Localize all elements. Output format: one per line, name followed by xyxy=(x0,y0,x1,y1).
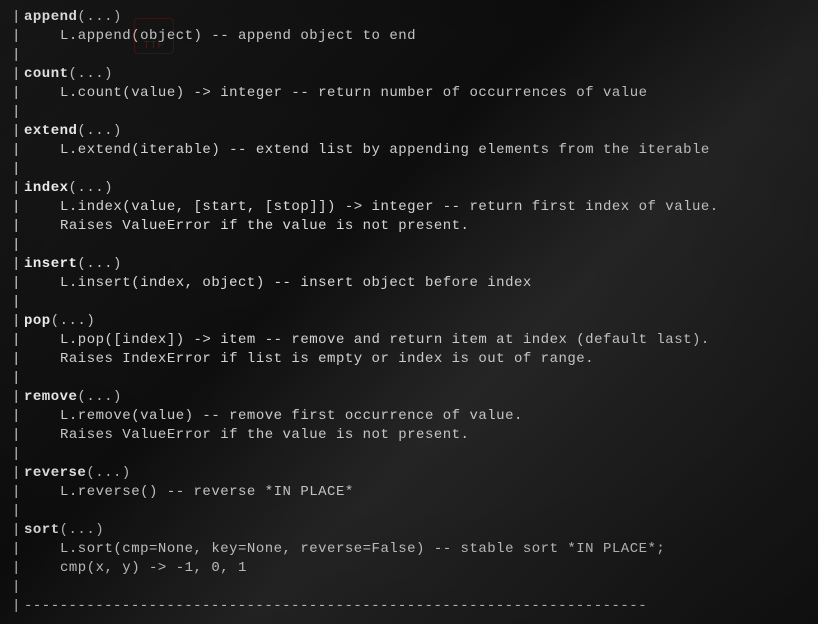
method-body-line: L.extend(iterable) -- extend list by app… xyxy=(24,141,818,160)
border-pipe-char: | xyxy=(12,46,13,65)
method-header: count(...) xyxy=(24,65,818,84)
border-pipe-char: | xyxy=(12,236,13,255)
method-block-pop: pop(...) L.pop([index]) -> item -- remov… xyxy=(4,312,818,369)
method-args: (...) xyxy=(51,313,96,329)
method-block-reverse: reverse(...) L.reverse() -- reverse *IN … xyxy=(4,464,818,502)
method-block-extend: extend(...) L.extend(iterable) -- extend… xyxy=(4,122,818,160)
border-pipe-char: | xyxy=(12,388,13,407)
method-block-count: count(...) L.count(value) -> integer -- … xyxy=(4,65,818,103)
method-name: index xyxy=(24,180,69,196)
border-pipe-char: | xyxy=(12,464,13,483)
border-pipe-char: | xyxy=(12,407,13,426)
border-pipe-char: | xyxy=(12,426,13,445)
method-body-line: Raises ValueError if the value is not pr… xyxy=(24,217,818,236)
border-pipe-char: | xyxy=(12,312,13,331)
method-block-remove: remove(...) L.remove(value) -- remove fi… xyxy=(4,388,818,445)
method-name: sort xyxy=(24,522,60,538)
method-body-line: L.index(value, [start, [stop]]) -> integ… xyxy=(24,198,818,217)
border-pipe-char: | xyxy=(12,274,13,293)
method-name: pop xyxy=(24,313,51,329)
method-header: remove(...) xyxy=(24,388,818,407)
border-pipe-char: | xyxy=(12,103,13,122)
method-name: extend xyxy=(24,123,77,139)
method-args: (...) xyxy=(77,389,122,405)
method-body-line: L.count(value) -> integer -- return numb… xyxy=(24,84,818,103)
method-header: reverse(...) xyxy=(24,464,818,483)
method-body-line: L.append(object) -- append object to end xyxy=(24,27,818,46)
method-args: (...) xyxy=(86,465,131,481)
method-header: index(...) xyxy=(24,179,818,198)
method-name: append xyxy=(24,9,77,25)
method-args: (...) xyxy=(60,522,105,538)
method-header: insert(...) xyxy=(24,255,818,274)
method-body-line: L.sort(cmp=None, key=None, reverse=False… xyxy=(24,540,818,559)
method-header: sort(...) xyxy=(24,521,818,540)
border-pipe-char: | xyxy=(12,8,13,27)
border-pipe-char: | xyxy=(12,27,13,46)
method-body-line: cmp(x, y) -> -1, 0, 1 xyxy=(24,559,818,578)
method-args: (...) xyxy=(77,9,122,25)
help-doc-container: TTF append(...) L.append(object) -- appe… xyxy=(4,8,818,616)
method-body-line: Raises IndexError if list is empty or in… xyxy=(24,350,818,369)
method-args: (...) xyxy=(77,123,122,139)
border-pipe-char: | xyxy=(12,350,13,369)
border-pipe-char: | xyxy=(12,331,13,350)
method-header: append(...) xyxy=(24,8,818,27)
method-args: (...) xyxy=(69,180,114,196)
border-pipe-char: | xyxy=(12,217,13,236)
border-pipe-char: | xyxy=(12,369,13,388)
method-block-sort: sort(...) L.sort(cmp=None, key=None, rev… xyxy=(4,521,818,578)
border-pipe-char: | xyxy=(12,559,13,578)
method-args: (...) xyxy=(69,66,114,82)
border-pipe-char: | xyxy=(12,521,13,540)
method-block-append: append(...) L.append(object) -- append o… xyxy=(4,8,818,46)
method-args: (...) xyxy=(77,256,122,272)
border-pipe-char: | xyxy=(12,255,13,274)
method-name: reverse xyxy=(24,465,86,481)
border-pipe-char: | xyxy=(12,293,13,312)
method-body-line: L.pop([index]) -> item -- remove and ret… xyxy=(24,331,818,350)
border-pipe-char: | xyxy=(12,160,13,179)
method-header: pop(...) xyxy=(24,312,818,331)
method-body-line: L.remove(value) -- remove first occurren… xyxy=(24,407,818,426)
border-pipe-char: | xyxy=(12,445,13,464)
border-pipe-char: | xyxy=(12,540,13,559)
method-name: remove xyxy=(24,389,77,405)
border-pipe-char: | xyxy=(12,597,13,616)
border-pipe-char: | xyxy=(12,141,13,160)
method-block-insert: insert(...) L.insert(index, object) -- i… xyxy=(4,255,818,293)
section-divider: ----------------------------------------… xyxy=(4,597,818,616)
method-name: insert xyxy=(24,256,77,272)
border-pipe-char: | xyxy=(12,502,13,521)
method-name: count xyxy=(24,66,69,82)
border-pipe-char: | xyxy=(12,122,13,141)
border-pipe-char: | xyxy=(12,198,13,217)
method-body-line: L.insert(index, object) -- insert object… xyxy=(24,274,818,293)
method-body-line: Raises ValueError if the value is not pr… xyxy=(24,426,818,445)
border-pipe-char: | xyxy=(12,84,13,103)
border-pipe-char: | xyxy=(12,179,13,198)
left-border-column: |||||||||||||||||||||||||||||||| xyxy=(12,8,13,616)
method-body-line: L.reverse() -- reverse *IN PLACE* xyxy=(24,483,818,502)
method-header: extend(...) xyxy=(24,122,818,141)
method-block-index: index(...) L.index(value, [start, [stop]… xyxy=(4,179,818,236)
border-pipe-char: | xyxy=(12,65,13,84)
border-pipe-char: | xyxy=(12,483,13,502)
border-pipe-char: | xyxy=(12,578,13,597)
